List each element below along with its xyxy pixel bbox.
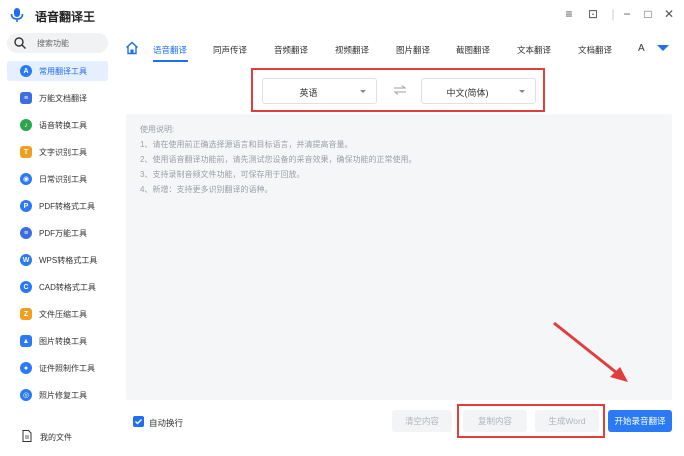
sidebar-item-common-translate[interactable]: A 常用翻译工具	[7, 61, 108, 81]
tab-image-translate[interactable]: 图片翻译	[396, 44, 430, 56]
auto-wrap-label: 自动换行	[149, 418, 184, 428]
chevron-down-icon	[519, 90, 525, 93]
tab-audio-translate[interactable]: 音频翻译	[274, 44, 308, 56]
voice-icon: ♪	[20, 119, 32, 131]
tab-document-translate[interactable]: 文档翻译	[578, 44, 612, 56]
sidebar-item-label: PDF转格式工具	[39, 202, 95, 211]
tab-text-translate[interactable]: 文本翻译	[517, 44, 551, 56]
footer-bar: 自动换行 清空内容 复制内容 生成Word 开始录音翻译	[118, 404, 684, 444]
sidebar-item-document-translate[interactable]: ≡ 万能文档翻译	[7, 88, 108, 108]
swap-languages-icon[interactable]	[393, 84, 407, 96]
chevron-down-icon[interactable]	[657, 45, 669, 51]
sidebar-item-cad-convert[interactable]: C CAD转格式工具	[7, 277, 108, 297]
chevron-down-icon	[360, 90, 366, 93]
cad-icon: C	[20, 281, 32, 293]
sidebar-item-label: 文件压缩工具	[39, 310, 87, 319]
sidebar-item-label: 文字识别工具	[39, 148, 87, 157]
sidebar-item-text-recognize[interactable]: T 文字识别工具	[7, 142, 108, 162]
compress-icon: Z	[20, 308, 32, 320]
sidebar-item-label: 照片修复工具	[39, 391, 87, 400]
instructions-title: 使用说明:	[140, 125, 175, 134]
photo-repair-icon: ◎	[20, 389, 32, 401]
document-icon: ≡	[20, 92, 32, 104]
sidebar-item-label: 日常识别工具	[39, 175, 87, 184]
maximize-icon[interactable]: □	[641, 7, 655, 21]
title-divider: |	[611, 7, 615, 21]
sidebar-item-pdf-tool[interactable]: ≡ PDF万能工具	[7, 223, 108, 243]
sidebar-item-daily-recognize[interactable]: ◉ 日常识别工具	[7, 169, 108, 189]
tab-more-label[interactable]: A	[638, 43, 645, 54]
home-icon[interactable]	[125, 41, 139, 55]
pin-icon[interactable]: ⊡	[586, 7, 600, 21]
sidebar-item-label: 图片转换工具	[39, 337, 87, 346]
language-selector-group: 英语 中文(简体)	[251, 68, 545, 112]
tab-video-translate[interactable]: 视频翻译	[335, 44, 369, 56]
tab-bar: 语音翻译 同声传译 音频翻译 视频翻译 图片翻译 截图翻译 文本翻译 文档翻译 …	[118, 30, 684, 64]
menu-icon[interactable]: ≡	[562, 7, 576, 21]
sidebar-item-label: 语音转换工具	[39, 121, 87, 130]
sidebar-item-wps-convert[interactable]: W WPS转格式工具	[7, 250, 108, 270]
instructions-line: 2、使用语音翻译功能前，请先测试您设备的采音效果，确保功能的正常使用。	[140, 155, 417, 164]
minimize-icon[interactable]: −	[620, 7, 634, 21]
instructions-line: 3、支持录制音频文件功能，可保存用于回放。	[140, 170, 305, 179]
sidebar: 搜索功能 A 常用翻译工具 ≡ 万能文档翻译 ♪ 语音转换工具 T 文字识别工具…	[0, 30, 118, 456]
tab-screenshot-translate[interactable]: 截图翻译	[456, 44, 490, 56]
file-icon	[22, 430, 32, 442]
wps-icon: W	[20, 254, 32, 266]
sidebar-item-label: PDF万能工具	[39, 229, 87, 238]
my-files-label: 我的文件	[40, 433, 72, 442]
search-icon	[14, 37, 26, 49]
search-placeholder: 搜索功能	[37, 39, 69, 48]
target-language-value: 中文(简体)	[446, 88, 489, 98]
sidebar-item-label: 常用翻译工具	[39, 67, 87, 76]
translate-icon: A	[20, 65, 32, 77]
sidebar-item-voice-convert[interactable]: ♪ 语音转换工具	[7, 115, 108, 135]
red-arrow-annotation	[553, 321, 628, 382]
sidebar-item-label: WPS转格式工具	[39, 256, 98, 265]
app-logo-icon	[10, 8, 24, 22]
sidebar-item-image-convert[interactable]: ▲ 图片转换工具	[7, 331, 108, 351]
clear-button[interactable]: 清空内容	[392, 410, 452, 432]
active-tab-indicator	[153, 60, 188, 62]
sidebar-item-id-photo[interactable]: ● 证件照制作工具	[7, 358, 108, 378]
start-recording-translate-button[interactable]: 开始录音翻译	[608, 410, 672, 432]
title-bar: 语音翻译王 ≡ ⊡ | − □ ✕	[0, 0, 684, 30]
tab-voice-translate[interactable]: 语音翻译	[153, 44, 187, 56]
app-title: 语音翻译王	[35, 10, 96, 24]
sidebar-item-photo-repair[interactable]: ◎ 照片修复工具	[7, 385, 108, 405]
copy-button[interactable]: 复制内容	[463, 410, 527, 432]
sidebar-item-compress[interactable]: Z 文件压缩工具	[7, 304, 108, 324]
instructions-line: 1、请在使用前正确选择源语言和目标语言，并清提高音量。	[140, 140, 353, 149]
sidebar-item-label: CAD转格式工具	[39, 283, 96, 292]
id-photo-icon: ●	[20, 362, 32, 374]
output-buttons-highlight: 复制内容 生成Word	[457, 404, 605, 438]
close-icon[interactable]: ✕	[662, 7, 676, 21]
checkmark-icon	[135, 419, 142, 425]
source-language-value: 英语	[299, 88, 318, 98]
auto-wrap-checkbox[interactable]	[133, 416, 144, 427]
target-language-select[interactable]: 中文(简体)	[421, 78, 536, 104]
image-convert-icon: ▲	[20, 335, 32, 347]
search-input[interactable]: 搜索功能	[7, 33, 108, 53]
daily-recognize-icon: ◉	[20, 173, 32, 185]
text-recognize-icon: T	[20, 146, 32, 158]
generate-word-button[interactable]: 生成Word	[535, 410, 599, 432]
tab-simultaneous[interactable]: 同声传译	[213, 44, 247, 56]
sidebar-item-label: 万能文档翻译	[39, 94, 87, 103]
sidebar-item-label: 证件照制作工具	[39, 364, 95, 373]
pdf-convert-icon: P	[20, 200, 32, 212]
source-language-select[interactable]: 英语	[262, 78, 377, 104]
instructions-line: 4、新增：支持更多识别翻译的语种。	[140, 185, 273, 194]
pdf-tool-icon: ≡	[20, 227, 32, 239]
sidebar-item-pdf-convert[interactable]: P PDF转格式工具	[7, 196, 108, 216]
